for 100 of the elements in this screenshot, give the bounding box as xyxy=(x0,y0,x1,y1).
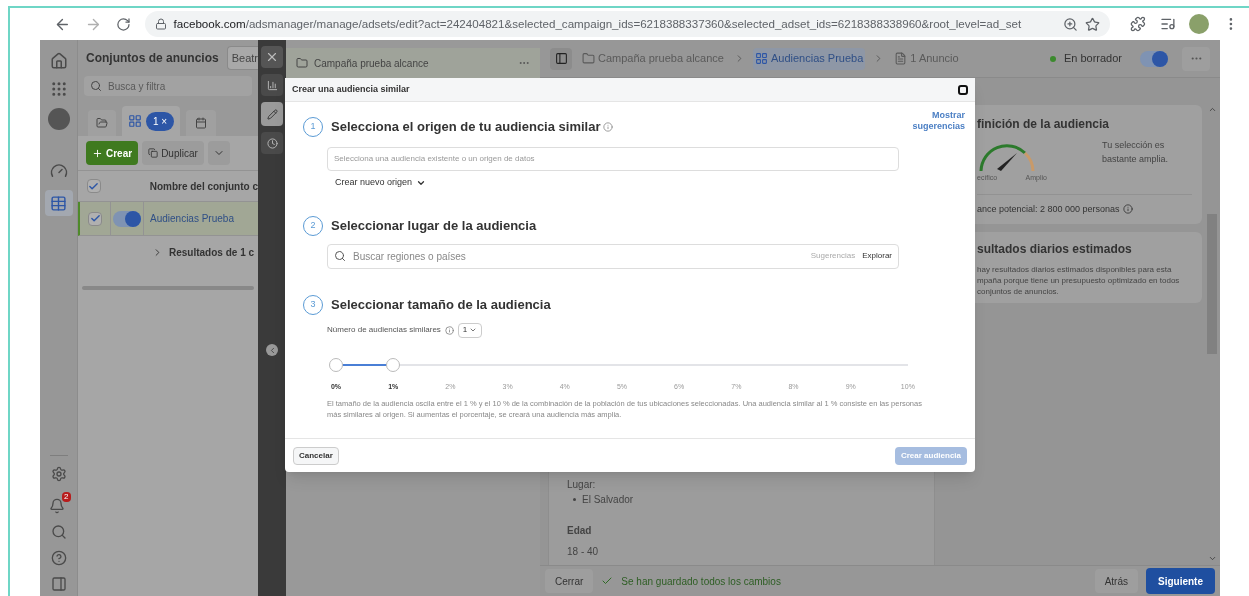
info-icon[interactable] xyxy=(603,122,614,132)
back-button[interactable]: Atrás xyxy=(1094,569,1138,593)
search-field[interactable]: Busca y filtra xyxy=(84,76,252,96)
notifications-button[interactable]: 2 xyxy=(46,492,71,514)
sidebar-toggle-button[interactable] xyxy=(550,47,572,70)
folder-icon xyxy=(582,52,595,65)
address-bar[interactable]: facebook.com/adsmanager/manage/adsets/edit?act=242404821&selected_campaign_ids=6218388337360&selected_adset_ids=6218388338960&root_level=ad_set xyxy=(144,11,1110,37)
history-tab[interactable] xyxy=(261,132,283,154)
copy-icon xyxy=(148,148,159,158)
card-title: finición de la audiencia xyxy=(977,116,1111,133)
save-status: Se han guardado todos los cambios xyxy=(621,574,781,589)
info-icon[interactable] xyxy=(444,325,454,335)
slider-thumb[interactable] xyxy=(329,357,343,372)
check-icon xyxy=(601,575,614,587)
table-nav-item[interactable] xyxy=(44,190,73,216)
cancel-button[interactable]: Cancelar xyxy=(293,446,339,465)
step-title: Seleccionar lugar de la audiencia xyxy=(331,216,537,235)
lock-icon xyxy=(154,18,167,30)
card-title: sultados diarios estimados xyxy=(977,241,1133,258)
bookmark-star-icon[interactable] xyxy=(1084,16,1100,32)
suggestions-link[interactable]: Sugerencias xyxy=(810,250,856,262)
new-source-dropdown[interactable]: Crear nuevo origen xyxy=(335,176,427,190)
toggle-switch[interactable] xyxy=(113,210,141,227)
extensions-icon[interactable] xyxy=(1129,16,1146,32)
account-avatar[interactable] xyxy=(47,108,70,130)
place-label: Lugar: xyxy=(567,478,597,492)
bell-icon xyxy=(48,498,65,514)
table-row[interactable]: Audiencias Prueba xyxy=(78,202,258,236)
collapse-button[interactable] xyxy=(266,344,278,356)
scroll-down-icon[interactable] xyxy=(1207,554,1217,563)
age-label: Edad xyxy=(567,524,593,538)
folder-tab[interactable] xyxy=(88,110,116,136)
count-dropdown[interactable]: 1 xyxy=(457,322,483,338)
calendar-tab[interactable] xyxy=(186,110,217,136)
card-text-line: hay resultados diarios estimados disponibles para esta xyxy=(977,264,1173,275)
toggle-switch[interactable] xyxy=(1140,50,1168,67)
folder-icon xyxy=(296,57,308,69)
zoom-icon[interactable] xyxy=(1062,16,1078,32)
settings-icon[interactable] xyxy=(50,466,67,482)
status-label: En borrador xyxy=(1063,51,1122,67)
duplicate-button[interactable]: Duplicar xyxy=(142,141,204,165)
source-field[interactable]: Selecciona una audiencia existente o un origen de datos xyxy=(327,147,899,171)
grid-icon xyxy=(755,52,768,65)
count-label: Número de audiencias similares xyxy=(327,324,441,336)
folder-icon xyxy=(96,117,108,129)
location-search-field[interactable]: Buscar regiones o países Sugerencias Explorar xyxy=(327,243,899,269)
explore-link[interactable]: Explorar xyxy=(862,250,892,262)
slider-thumb[interactable] xyxy=(386,357,401,372)
url-text: facebook.com/adsmanager/manage/adsets/edit?act=242404821&selected_campaign_ids=6218388337360&selected_adset_ids=6218388338960&root_level=ad_set xyxy=(173,16,1022,33)
calendar-icon xyxy=(195,117,208,129)
breadcrumb[interactable]: Audiencias Prueba xyxy=(753,47,866,70)
audience-note: Tu selección es bastante amplia. xyxy=(1102,139,1170,166)
edit-tab[interactable] xyxy=(261,102,283,126)
panel-title: Conjuntos de anuncios xyxy=(86,50,219,67)
create-button[interactable]: Crear xyxy=(86,141,139,165)
plus-icon xyxy=(92,147,103,159)
info-icon[interactable] xyxy=(1122,204,1133,215)
help-icon[interactable] xyxy=(50,550,67,566)
profile-avatar[interactable] xyxy=(1189,14,1210,34)
close-button[interactable]: Cerrar xyxy=(545,569,594,593)
show-suggestions-link[interactable]: Mostrar sugerencias xyxy=(899,110,965,132)
gauge-icon[interactable] xyxy=(49,162,68,180)
adset-name-link[interactable]: Audiencias Prueba xyxy=(144,211,234,226)
results-row-label: Resultados de 1 c xyxy=(169,245,255,260)
dialog-title: Crear una audiencia similar xyxy=(292,82,410,96)
page-icon xyxy=(894,52,908,65)
place-item: El Salvador xyxy=(582,493,634,507)
notification-badge: 2 xyxy=(62,492,71,502)
dropdown-button[interactable] xyxy=(207,141,230,165)
campaign-row[interactable]: Campaña prueba alcance xyxy=(286,48,540,78)
card-text-line: mpaña porque tiene un presupuesto optimizado en todos xyxy=(977,275,1181,286)
reading-list-icon[interactable] xyxy=(1159,16,1176,32)
chart-tab[interactable] xyxy=(261,74,283,96)
checkbox[interactable] xyxy=(88,211,102,226)
column-header: Nombre del conjunto c xyxy=(148,179,258,194)
panel-icon[interactable] xyxy=(50,576,67,592)
clock-icon xyxy=(266,137,278,149)
caret-icon xyxy=(469,326,478,334)
account-button[interactable]: Beatr xyxy=(226,46,258,70)
apps-grid-icon[interactable] xyxy=(49,80,68,98)
search-icon[interactable] xyxy=(50,524,67,540)
bullet-icon xyxy=(573,498,576,501)
home-icon[interactable] xyxy=(49,52,68,70)
step-title: Selecciona el origen de tu audiencia similar xyxy=(331,118,601,137)
bar-chart-icon xyxy=(266,79,278,91)
card-text-line: conjuntos de anuncios. xyxy=(977,286,1060,297)
pencil-icon xyxy=(266,108,278,120)
table-icon xyxy=(50,194,67,212)
scroll-up-icon[interactable] xyxy=(1207,105,1217,114)
search-icon xyxy=(90,80,102,92)
expand-icon[interactable] xyxy=(152,246,163,258)
adsets-tab[interactable]: 1 × xyxy=(122,106,181,136)
age-value: 18 - 40 xyxy=(567,545,600,559)
panel-icon xyxy=(554,52,568,65)
reload-icon[interactable] xyxy=(115,16,131,32)
grid-icon xyxy=(128,114,142,128)
checkbox[interactable] xyxy=(86,179,101,193)
close-panel-button[interactable] xyxy=(261,46,283,68)
next-button[interactable]: Siguiente xyxy=(1146,568,1215,594)
filter-chip[interactable]: 1 × xyxy=(146,111,175,131)
